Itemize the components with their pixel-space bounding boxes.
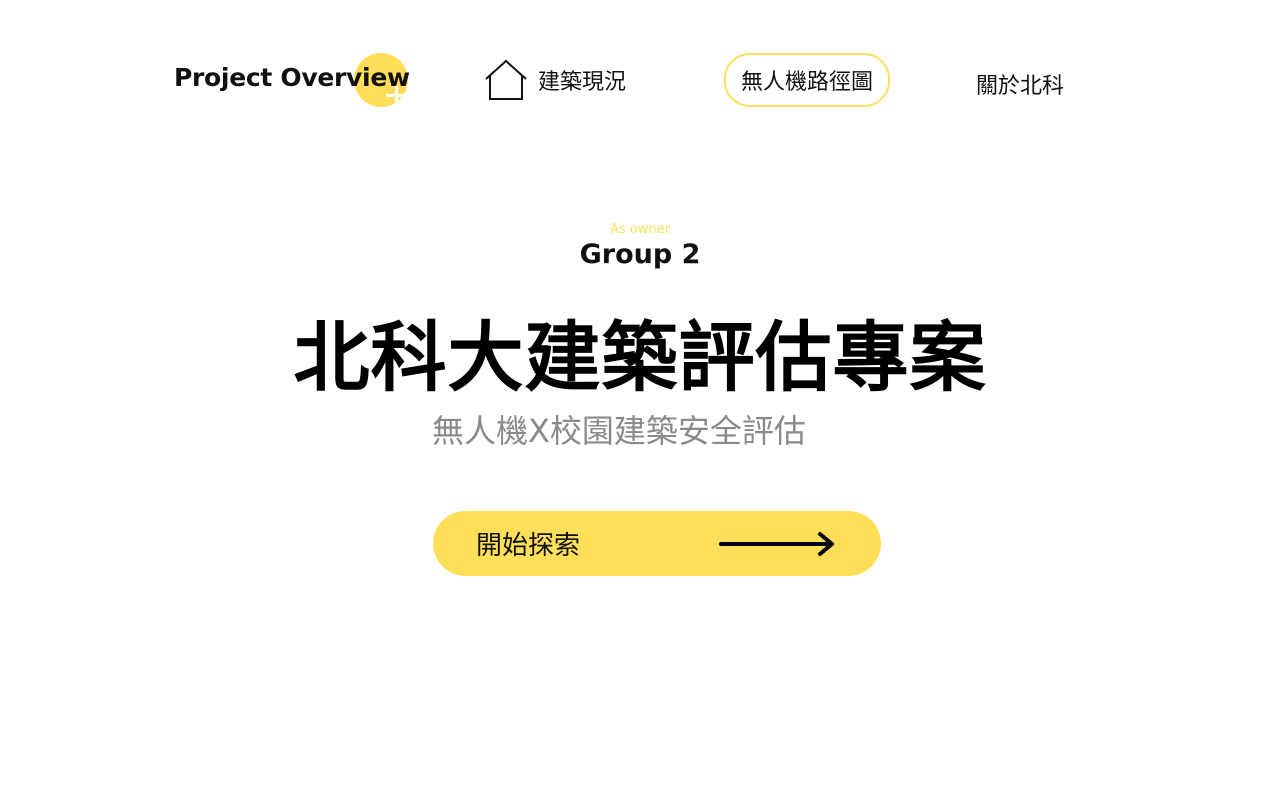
nav-item-label: 建築現況 (538, 70, 627, 95)
page-subtitle: 無人機X校園建築安全評估 (432, 412, 806, 450)
nav-item-drone-path[interactable]: 無人機路徑圖 (724, 53, 890, 107)
nav-item-label: 無人機路徑圖 (740, 70, 873, 95)
arrow-right-icon (719, 532, 834, 556)
owner-label: As owner (610, 222, 670, 237)
page-title: 北科大建築評估專案 (293, 313, 987, 402)
group-name: Group 2 (579, 239, 701, 270)
nav-item-about[interactable]: 關於北科 (976, 68, 1064, 100)
nav-item-building-status[interactable]: 建築現況 (484, 58, 626, 102)
home-icon (485, 59, 527, 100)
nav-item-label: 關於北科 (976, 74, 1065, 99)
start-explore-label: 開始探索 (476, 531, 581, 561)
brand-title: Project Overview (174, 63, 410, 92)
start-explore-button[interactable]: 開始探索 (433, 511, 881, 576)
brand-logo[interactable]: Project Overview (174, 53, 414, 112)
landing-page: Project Overview 建築現況 無人機路徑圖 關於北科 As own… (0, 0, 1280, 800)
